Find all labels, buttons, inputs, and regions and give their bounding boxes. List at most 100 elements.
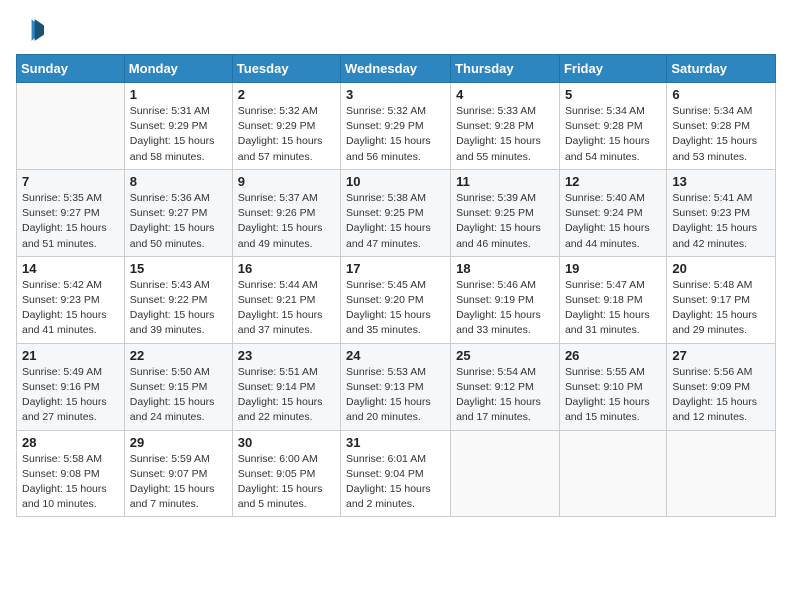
day-info: Sunrise: 6:00 AMSunset: 9:05 PMDaylight:…	[238, 452, 335, 513]
day-info: Sunrise: 5:37 AMSunset: 9:26 PMDaylight:…	[238, 191, 335, 252]
calendar-week-2: 7 Sunrise: 5:35 AMSunset: 9:27 PMDaylight…	[17, 169, 776, 256]
calendar-cell: 26 Sunrise: 5:55 AMSunset: 9:10 PMDayligh…	[559, 343, 666, 430]
calendar-cell: 23 Sunrise: 5:51 AMSunset: 9:14 PMDayligh…	[232, 343, 340, 430]
day-info: Sunrise: 5:34 AMSunset: 9:28 PMDaylight:…	[672, 104, 770, 165]
calendar-cell	[451, 430, 560, 517]
calendar-cell: 7 Sunrise: 5:35 AMSunset: 9:27 PMDaylight…	[17, 169, 125, 256]
calendar-cell: 20Sunrise: 5:48 AMSunset: 9:17 PMDayligh…	[667, 256, 776, 343]
calendar-cell: 21 Sunrise: 5:49 AMSunset: 9:16 PMDayligh…	[17, 343, 125, 430]
day-number: 29	[130, 435, 227, 450]
day-number: 22	[130, 348, 227, 363]
day-info: Sunrise: 5:58 AMSunset: 9:08 PMDaylight:…	[22, 452, 119, 513]
day-number: 21	[22, 348, 119, 363]
day-info: Sunrise: 5:36 AMSunset: 9:27 PMDaylight:…	[130, 191, 227, 252]
day-number: 11	[456, 174, 554, 189]
day-number: 3	[346, 87, 445, 102]
day-number: 7	[22, 174, 119, 189]
calendar-cell: 31 Sunrise: 6:01 AMSunset: 9:04 PMDayligh…	[341, 430, 451, 517]
calendar-cell: 3 Sunrise: 5:32 AMSunset: 9:29 PMDaylight…	[341, 83, 451, 170]
calendar-cell: 6 Sunrise: 5:34 AMSunset: 9:28 PMDaylight…	[667, 83, 776, 170]
day-number: 9	[238, 174, 335, 189]
day-number: 27	[672, 348, 770, 363]
day-info: Sunrise: 5:45 AMSunset: 9:20 PMDaylight:…	[346, 278, 445, 339]
day-number: 24	[346, 348, 445, 363]
day-number: 4	[456, 87, 554, 102]
calendar-cell: 28 Sunrise: 5:58 AMSunset: 9:08 PMDayligh…	[17, 430, 125, 517]
day-number: 23	[238, 348, 335, 363]
page-header	[16, 16, 776, 44]
weekday-header-monday: Monday	[124, 55, 232, 83]
calendar-cell: 9 Sunrise: 5:37 AMSunset: 9:26 PMDaylight…	[232, 169, 340, 256]
calendar-cell: 4 Sunrise: 5:33 AMSunset: 9:28 PMDaylight…	[451, 83, 560, 170]
day-info: Sunrise: 5:33 AMSunset: 9:28 PMDaylight:…	[456, 104, 554, 165]
calendar-cell: 8 Sunrise: 5:36 AMSunset: 9:27 PMDaylight…	[124, 169, 232, 256]
day-number: 15	[130, 261, 227, 276]
day-info: Sunrise: 5:44 AMSunset: 9:21 PMDaylight:…	[238, 278, 335, 339]
logo-icon	[16, 16, 44, 44]
day-info: Sunrise: 5:56 AMSunset: 9:09 PMDaylight:…	[672, 365, 770, 426]
calendar-cell: 11 Sunrise: 5:39 AMSunset: 9:25 PMDayligh…	[451, 169, 560, 256]
calendar-cell: 16 Sunrise: 5:44 AMSunset: 9:21 PMDayligh…	[232, 256, 340, 343]
day-number: 31	[346, 435, 445, 450]
calendar-cell: 17Sunrise: 5:45 AMSunset: 9:20 PMDayligh…	[341, 256, 451, 343]
day-number: 12	[565, 174, 661, 189]
day-info: Sunrise: 5:51 AMSunset: 9:14 PMDaylight:…	[238, 365, 335, 426]
weekday-header-tuesday: Tuesday	[232, 55, 340, 83]
day-info: Sunrise: 5:35 AMSunset: 9:27 PMDaylight:…	[22, 191, 119, 252]
calendar-cell: 29 Sunrise: 5:59 AMSunset: 9:07 PMDayligh…	[124, 430, 232, 517]
calendar-cell: 25 Sunrise: 5:54 AMSunset: 9:12 PMDayligh…	[451, 343, 560, 430]
calendar-week-3: 14Sunrise: 5:42 AMSunset: 9:23 PMDayligh…	[17, 256, 776, 343]
calendar-cell: 18Sunrise: 5:46 AMSunset: 9:19 PMDayligh…	[451, 256, 560, 343]
day-number: 18	[456, 261, 554, 276]
weekday-header-sunday: Sunday	[17, 55, 125, 83]
day-info: Sunrise: 5:48 AMSunset: 9:17 PMDaylight:…	[672, 278, 770, 339]
calendar-cell: 27 Sunrise: 5:56 AMSunset: 9:09 PMDayligh…	[667, 343, 776, 430]
day-info: Sunrise: 5:41 AMSunset: 9:23 PMDaylight:…	[672, 191, 770, 252]
day-number: 2	[238, 87, 335, 102]
calendar-cell: 24 Sunrise: 5:53 AMSunset: 9:13 PMDayligh…	[341, 343, 451, 430]
calendar-week-4: 21 Sunrise: 5:49 AMSunset: 9:16 PMDayligh…	[17, 343, 776, 430]
day-info: Sunrise: 5:34 AMSunset: 9:28 PMDaylight:…	[565, 104, 661, 165]
calendar-cell: 5 Sunrise: 5:34 AMSunset: 9:28 PMDaylight…	[559, 83, 666, 170]
day-info: Sunrise: 5:32 AMSunset: 9:29 PMDaylight:…	[346, 104, 445, 165]
day-number: 8	[130, 174, 227, 189]
day-number: 14	[22, 261, 119, 276]
day-number: 16	[238, 261, 335, 276]
day-info: Sunrise: 5:31 AMSunset: 9:29 PMDaylight:…	[130, 104, 227, 165]
weekday-header-saturday: Saturday	[667, 55, 776, 83]
calendar-cell: 14Sunrise: 5:42 AMSunset: 9:23 PMDayligh…	[17, 256, 125, 343]
day-info: Sunrise: 6:01 AMSunset: 9:04 PMDaylight:…	[346, 452, 445, 513]
day-number: 30	[238, 435, 335, 450]
day-info: Sunrise: 5:49 AMSunset: 9:16 PMDaylight:…	[22, 365, 119, 426]
calendar-cell: 1 Sunrise: 5:31 AMSunset: 9:29 PMDaylight…	[124, 83, 232, 170]
day-number: 13	[672, 174, 770, 189]
calendar-cell: 19Sunrise: 5:47 AMSunset: 9:18 PMDayligh…	[559, 256, 666, 343]
day-number: 19	[565, 261, 661, 276]
calendar-cell: 13 Sunrise: 5:41 AMSunset: 9:23 PMDayligh…	[667, 169, 776, 256]
day-info: Sunrise: 5:53 AMSunset: 9:13 PMDaylight:…	[346, 365, 445, 426]
day-info: Sunrise: 5:40 AMSunset: 9:24 PMDaylight:…	[565, 191, 661, 252]
calendar-cell: 10Sunrise: 5:38 AMSunset: 9:25 PMDayligh…	[341, 169, 451, 256]
day-number: 5	[565, 87, 661, 102]
calendar-cell	[559, 430, 666, 517]
day-info: Sunrise: 5:59 AMSunset: 9:07 PMDaylight:…	[130, 452, 227, 513]
logo	[16, 16, 46, 44]
day-number: 25	[456, 348, 554, 363]
day-info: Sunrise: 5:43 AMSunset: 9:22 PMDaylight:…	[130, 278, 227, 339]
day-info: Sunrise: 5:39 AMSunset: 9:25 PMDaylight:…	[456, 191, 554, 252]
calendar-cell: 12 Sunrise: 5:40 AMSunset: 9:24 PMDayligh…	[559, 169, 666, 256]
day-number: 1	[130, 87, 227, 102]
day-info: Sunrise: 5:54 AMSunset: 9:12 PMDaylight:…	[456, 365, 554, 426]
calendar-week-1: 1 Sunrise: 5:31 AMSunset: 9:29 PMDaylight…	[17, 83, 776, 170]
calendar-cell	[667, 430, 776, 517]
day-info: Sunrise: 5:55 AMSunset: 9:10 PMDaylight:…	[565, 365, 661, 426]
day-number: 6	[672, 87, 770, 102]
weekday-header-row: SundayMondayTuesdayWednesdayThursdayFrid…	[17, 55, 776, 83]
calendar-cell: 2 Sunrise: 5:32 AMSunset: 9:29 PMDaylight…	[232, 83, 340, 170]
day-number: 26	[565, 348, 661, 363]
weekday-header-thursday: Thursday	[451, 55, 560, 83]
weekday-header-friday: Friday	[559, 55, 666, 83]
day-info: Sunrise: 5:32 AMSunset: 9:29 PMDaylight:…	[238, 104, 335, 165]
day-number: 28	[22, 435, 119, 450]
calendar-table: SundayMondayTuesdayWednesdayThursdayFrid…	[16, 54, 776, 517]
